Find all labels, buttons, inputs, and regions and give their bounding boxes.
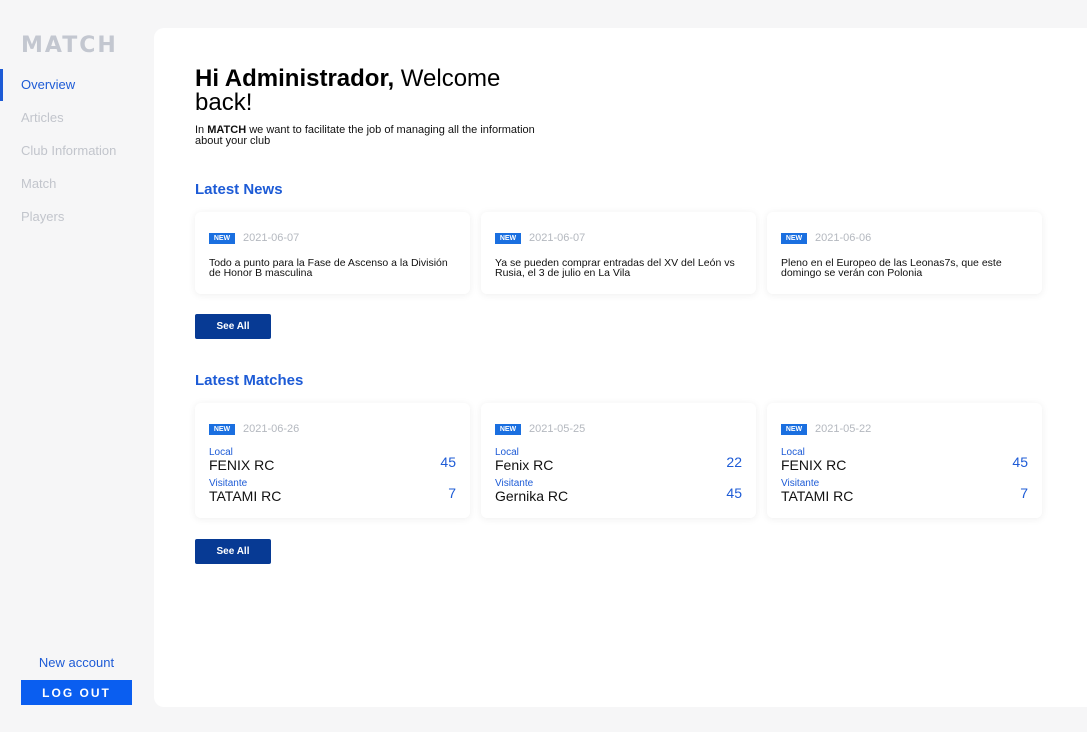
news-card[interactable]: NEW 2021-06-07 Todo a punto para la Fase… [195, 212, 470, 294]
match-date: 2021-05-25 [529, 423, 586, 435]
news-date: 2021-06-07 [243, 232, 300, 244]
card-header: NEW 2021-06-26 [209, 423, 456, 435]
new-account-link[interactable]: New account [21, 655, 132, 670]
news-headline: Pleno en el Europeo de las Leonas7s, que… [781, 257, 1002, 279]
match-date: 2021-06-26 [243, 423, 300, 435]
news-headline: Ya se pueden comprar entradas del XV del… [495, 257, 735, 279]
new-badge: NEW [495, 423, 521, 435]
greeting-bold: Hi Administrador, [195, 65, 395, 92]
sidebar-item-overview[interactable]: Overview [0, 68, 153, 101]
page-title: Hi Administrador, Welcome back! [195, 67, 535, 115]
see-all-news-button[interactable]: See All [195, 314, 271, 339]
match-cards: NEW 2021-06-26 Local FENIX RC 45 Visitan… [195, 403, 1042, 518]
sidebar-item-players[interactable]: Players [0, 200, 153, 233]
card-header: NEW 2021-06-07 [209, 232, 456, 244]
local-score: 22 [726, 454, 742, 470]
sidebar-nav: Overview Articles Club Information Match… [0, 68, 153, 233]
new-badge: NEW [209, 423, 235, 435]
news-cards: NEW 2021-06-07 Todo a punto para la Fase… [195, 212, 1042, 294]
logout-button[interactable]: LOG OUT [21, 680, 132, 705]
match-date: 2021-05-22 [815, 423, 872, 435]
sidebar-item-club-information[interactable]: Club Information [0, 134, 153, 167]
sidebar-item-match[interactable]: Match [0, 167, 153, 200]
local-team-name: Fenix RC [495, 457, 554, 473]
new-badge: NEW [781, 423, 807, 435]
visitor-score: 7 [1020, 485, 1028, 501]
sidebar-item-articles[interactable]: Articles [0, 101, 153, 134]
visitor-team-row: Visitante TATAMI RC 7 [209, 479, 456, 510]
new-badge: NEW [209, 232, 235, 244]
visitor-team-row: Visitante Gernika RC 45 [495, 479, 742, 510]
visitor-score: 45 [726, 485, 742, 501]
local-score: 45 [1012, 454, 1028, 470]
latest-matches-title: Latest Matches [195, 372, 304, 389]
news-date: 2021-06-06 [815, 232, 872, 244]
new-badge: NEW [495, 232, 521, 244]
local-score: 45 [440, 454, 456, 470]
card-header: NEW 2021-05-25 [495, 423, 742, 435]
match-card[interactable]: NEW 2021-05-22 Local FENIX RC 45 Visitan… [767, 403, 1042, 518]
news-headline: Todo a punto para la Fase de Ascenso a l… [209, 257, 448, 279]
latest-news-title: Latest News [195, 181, 283, 198]
sidebar: MATCH Overview Articles Club Information… [0, 0, 153, 732]
match-card[interactable]: NEW 2021-06-26 Local FENIX RC 45 Visitan… [195, 403, 470, 518]
news-card[interactable]: NEW 2021-06-06 Pleno en el Europeo de la… [767, 212, 1042, 294]
local-team-name: FENIX RC [781, 457, 847, 473]
local-team-row: Local Fenix RC 22 [495, 448, 742, 479]
card-header: NEW 2021-05-22 [781, 423, 1028, 435]
local-team-row: Local FENIX RC 45 [781, 448, 1028, 479]
intro-post: we want to facilitate the job of managin… [195, 124, 535, 147]
app-logo[interactable]: MATCH [21, 33, 118, 58]
new-badge: NEW [781, 232, 807, 244]
see-all-matches-button[interactable]: See All [195, 539, 271, 564]
match-card[interactable]: NEW 2021-05-25 Local Fenix RC 22 Visitan… [481, 403, 756, 518]
card-header: NEW 2021-06-06 [781, 232, 1028, 244]
main-panel: Hi Administrador, Welcome back! In MATCH… [154, 28, 1087, 707]
news-card[interactable]: NEW 2021-06-07 Ya se pueden comprar entr… [481, 212, 756, 294]
visitor-team-name: Gernika RC [495, 488, 569, 504]
local-team-name: FENIX RC [209, 457, 275, 473]
visitor-team-name: TATAMI RC [781, 488, 854, 504]
visitor-team-name: TATAMI RC [209, 488, 282, 504]
news-date: 2021-06-07 [529, 232, 586, 244]
visitor-score: 7 [448, 485, 456, 501]
visitor-team-row: Visitante TATAMI RC 7 [781, 479, 1028, 510]
intro-text: In MATCH we want to facilitate the job o… [195, 125, 545, 147]
local-team-row: Local FENIX RC 45 [209, 448, 456, 479]
card-header: NEW 2021-06-07 [495, 232, 742, 244]
